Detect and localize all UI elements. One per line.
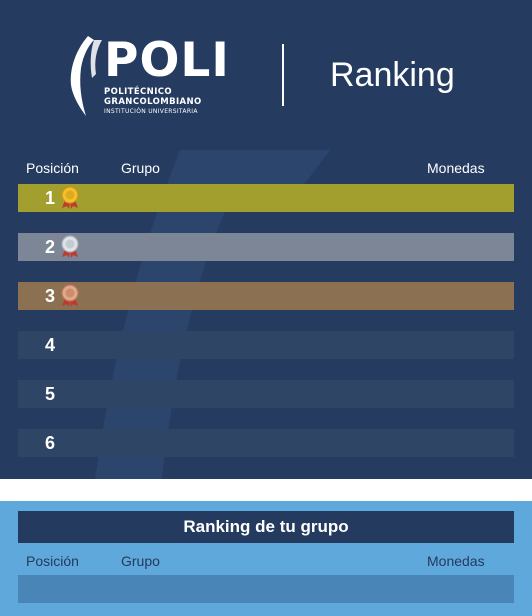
- column-header-coins: Monedas: [427, 160, 485, 176]
- column-header-position: Posición: [26, 160, 79, 176]
- ranking-row-6: 6: [18, 429, 514, 457]
- ranking-panel: POLI POLITÉCNICO GRANCOLOMBIANO INSTITUC…: [0, 0, 532, 479]
- poli-logo-mark-icon: [70, 36, 102, 116]
- header-divider: [282, 44, 284, 106]
- rank-number: 3: [45, 286, 56, 306]
- logo-wordmark: POLI: [104, 33, 230, 88]
- section-gap: [0, 479, 532, 501]
- group-ranking-title: Ranking de tu grupo: [18, 511, 514, 543]
- logo-line-3: INSTITUCIÓN UNIVERSITARIA: [104, 108, 198, 115]
- logo-line-1: POLITÉCNICO: [104, 87, 173, 97]
- column-header-group: Grupo: [121, 160, 160, 176]
- group-column-header-coins: Monedas: [427, 553, 485, 569]
- group-column-header-group: Grupo: [121, 553, 160, 569]
- rank-number: 2: [45, 237, 56, 257]
- rank-number: 1: [45, 188, 56, 208]
- silver-medal-icon: [61, 235, 79, 258]
- rank-number: 5: [45, 384, 56, 404]
- ranking-row-3: 3: [18, 282, 514, 310]
- group-ranking-row: [18, 575, 514, 603]
- ranking-row-4: 4: [18, 331, 514, 359]
- ranking-row-2: 2: [18, 233, 514, 261]
- group-column-header-position: Posición: [26, 553, 79, 569]
- gold-medal-icon: [61, 186, 79, 209]
- page-title: Ranking: [330, 56, 455, 94]
- bronze-medal-icon: [61, 284, 79, 307]
- rank-number: 4: [45, 335, 56, 355]
- ranking-row-1: 1: [18, 184, 514, 212]
- group-ranking-panel: Ranking de tu grupo Posición Grupo Moned…: [0, 501, 532, 616]
- logo-line-2: GRANCOLOMBIANO: [104, 97, 202, 107]
- poli-logo: POLI POLITÉCNICO GRANCOLOMBIANO INSTITUC…: [66, 34, 229, 122]
- rank-number: 6: [45, 433, 56, 453]
- ranking-row-5: 5: [18, 380, 514, 408]
